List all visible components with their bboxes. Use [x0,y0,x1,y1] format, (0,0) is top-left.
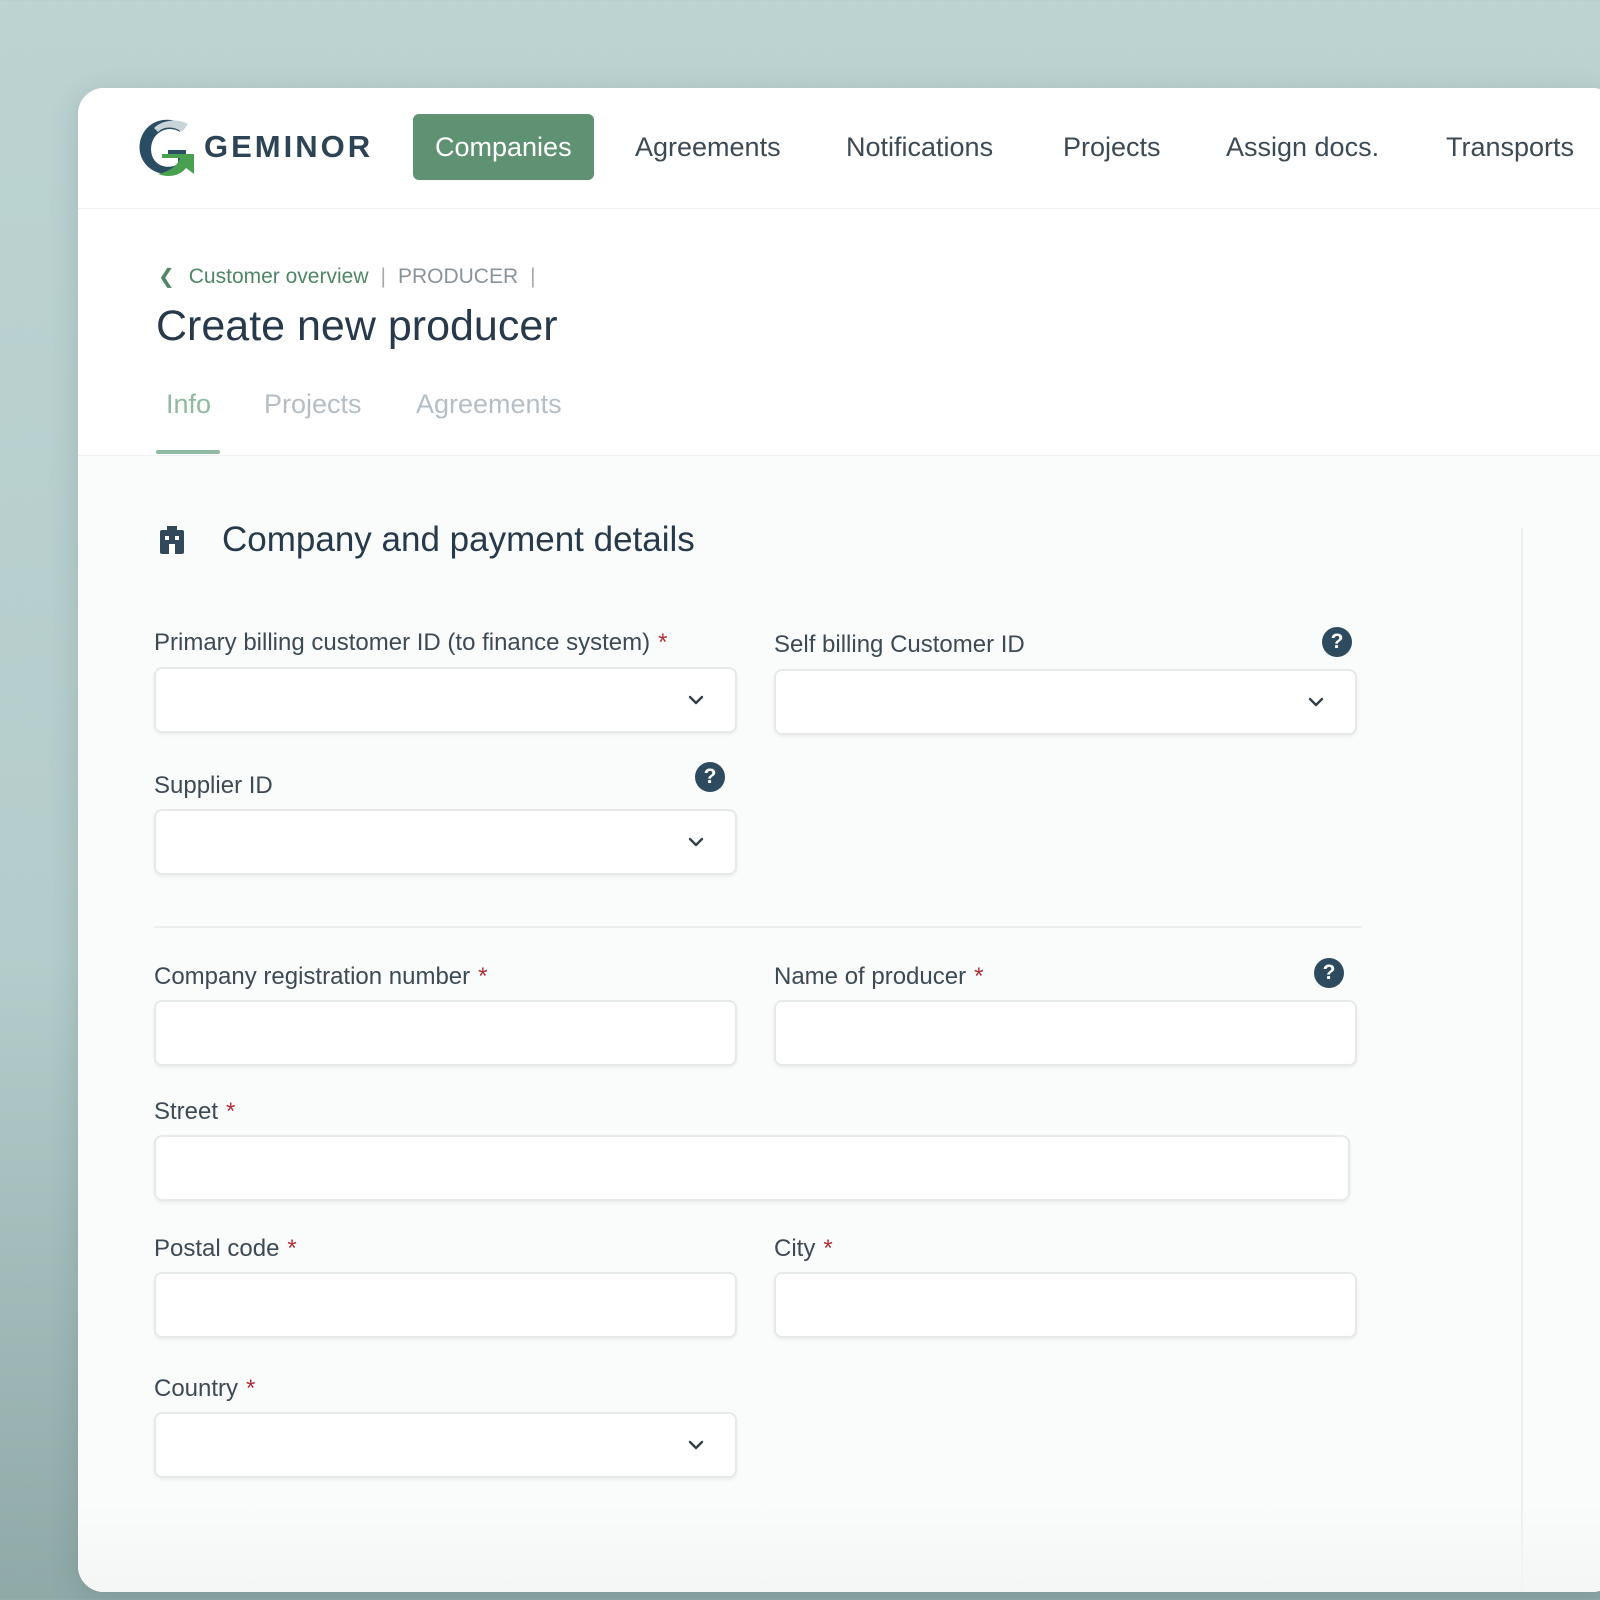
tab-agreements[interactable]: Agreements [416,386,562,446]
postal-code-input[interactable] [154,1272,737,1338]
country-label-text: Country [154,1375,239,1402]
tab-projects[interactable]: Projects [264,386,362,446]
name-of-producer-label: Name of producer * [774,963,983,991]
active-tab-indicator [156,450,220,454]
street-label-text: Street [154,1098,219,1125]
help-icon[interactable]: ? [695,762,725,792]
nav-agreements[interactable]: Agreements [635,114,781,180]
postal-code-label: Postal code * [154,1235,297,1263]
country-label: Country * [154,1375,255,1403]
brand-logo[interactable]: GEMINOR [134,112,373,182]
company-registration-number-input[interactable] [154,1000,737,1066]
required-marker: * [823,1235,833,1262]
chevron-down-icon[interactable] [687,833,705,851]
breadcrumb: ❮ Customer overview | PRODUCER | [158,264,548,289]
chevron-left-icon[interactable]: ❮ [158,264,175,289]
chevron-down-icon[interactable] [1307,693,1325,711]
nav-projects[interactable]: Projects [1063,114,1161,180]
nav-transports[interactable]: Transports [1446,114,1574,180]
content-vertical-divider [1521,528,1523,1592]
primary-billing-id-label-text: Primary billing customer ID (to finance … [154,629,651,656]
self-billing-id-label-text: Self billing Customer ID [774,631,1025,658]
supplier-id-select[interactable] [154,809,737,875]
nav-notifications[interactable]: Notifications [846,114,993,180]
page-title: Create new producer [156,302,558,350]
top-navigation: GEMINOR Companies Agreements Notificatio… [78,88,1600,209]
required-marker: * [246,1375,256,1402]
breadcrumb-customer-overview[interactable]: Customer overview [189,265,369,289]
city-label-text: City [774,1235,816,1262]
primary-billing-id-select[interactable] [154,667,737,733]
nav-companies[interactable]: Companies [413,114,594,180]
city-input[interactable] [774,1272,1357,1338]
geminor-logo-icon [139,119,194,176]
required-marker: * [974,963,984,990]
breadcrumb-separator: | [530,264,536,288]
nav-assign-docs[interactable]: Assign docs. [1226,114,1379,180]
help-icon[interactable]: ? [1314,958,1344,988]
supplier-id-label-text: Supplier ID [154,772,273,799]
tab-info[interactable]: Info [166,386,211,446]
name-of-producer-input[interactable] [774,1000,1357,1066]
required-marker: * [226,1098,236,1125]
app-window: GEMINOR Companies Agreements Notificatio… [78,88,1600,1592]
breadcrumb-current: PRODUCER [397,264,519,288]
required-marker: * [287,1235,297,1262]
section-divider [154,926,1362,928]
street-input[interactable] [154,1135,1350,1201]
city-label: City * [774,1235,833,1263]
chevron-down-icon[interactable] [687,691,705,709]
supplier-id-label: Supplier ID [154,772,273,800]
name-of-producer-label-text: Name of producer [774,963,967,990]
help-icon[interactable]: ? [1322,627,1352,657]
primary-billing-id-label: Primary billing customer ID (to finance … [154,629,667,657]
section-title: Company and payment details [222,520,695,559]
postal-code-label-text: Postal code [154,1235,280,1262]
building-icon [160,526,184,554]
section-header: Company and payment details [156,520,695,560]
breadcrumb-separator: | [380,264,386,288]
required-marker: * [478,963,488,990]
tabs-divider [78,455,1600,456]
self-billing-id-select[interactable] [774,669,1357,735]
company-registration-number-label-text: Company registration number [154,963,471,990]
street-label: Street * [154,1098,235,1126]
self-billing-id-label: Self billing Customer ID [774,631,1025,659]
country-select[interactable] [154,1412,737,1478]
brand-name: GEMINOR [204,129,374,164]
company-registration-number-label: Company registration number * [154,963,488,991]
chevron-down-icon[interactable] [687,1436,705,1454]
bottom-fade [78,1502,1600,1592]
required-marker: * [658,629,668,656]
